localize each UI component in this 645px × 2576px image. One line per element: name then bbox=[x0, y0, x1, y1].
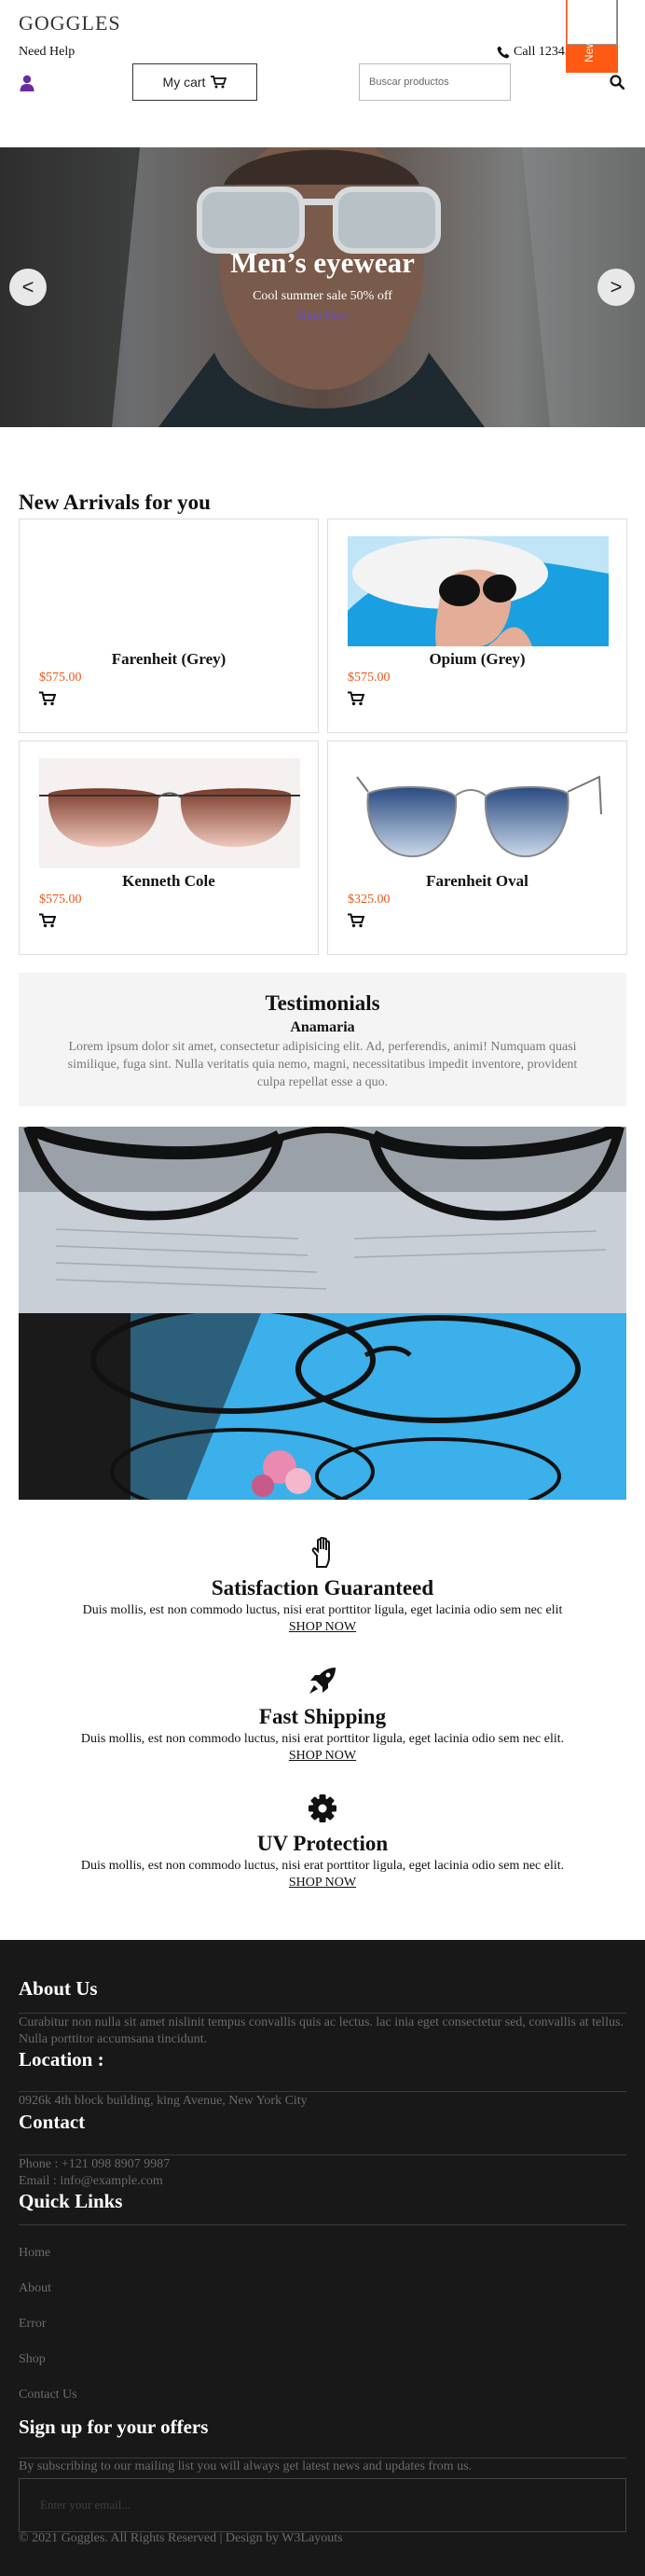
feature-title: Fast Shipping bbox=[258, 1705, 387, 1728]
product-price: $575.00 bbox=[39, 671, 82, 685]
user-icon[interactable] bbox=[20, 75, 34, 91]
footer-divider bbox=[19, 2224, 626, 2225]
new-arrivals-title: New Arrivals for you bbox=[19, 491, 211, 514]
testimonials-section: Testimonials Anamaria Lorem ipsum dolor … bbox=[19, 973, 626, 1106]
add-to-cart-icon[interactable] bbox=[39, 913, 56, 928]
newsletter-email-input[interactable] bbox=[19, 2478, 626, 2532]
add-to-cart-icon[interactable] bbox=[39, 691, 56, 706]
footer-link-contact[interactable]: Contact Us bbox=[19, 2388, 77, 2403]
footer-divider bbox=[19, 2154, 626, 2155]
feature-text: Duis mollis, est non commodo luctus, nis… bbox=[82, 1603, 563, 1617]
search-input[interactable] bbox=[359, 63, 511, 101]
product-image bbox=[39, 758, 300, 868]
footer-divider bbox=[19, 2013, 626, 2014]
product-name[interactable]: Farenheit Oval bbox=[328, 872, 626, 891]
footer-divider bbox=[19, 2091, 626, 2092]
feature-satisfaction: Satisfaction Guaranteed Duis mollis, est… bbox=[0, 1537, 645, 1635]
product-image bbox=[348, 758, 609, 868]
add-to-cart-icon[interactable] bbox=[348, 913, 364, 928]
hero-subtitle: Cool summer sale 50% off bbox=[253, 289, 392, 303]
footer-phone: Phone : +121 098 8907 9987 bbox=[19, 2157, 171, 2171]
product-name[interactable]: Farenheit (Grey) bbox=[20, 650, 318, 669]
feature-title: Satisfaction Guaranteed bbox=[211, 1576, 434, 1600]
hero-image bbox=[0, 147, 645, 427]
footer-contact-title: Contact bbox=[19, 2111, 86, 2133]
product-name[interactable]: Kenneth Cole bbox=[20, 872, 318, 891]
product-card[interactable]: Farenheit (Grey) $575.00 bbox=[19, 519, 319, 733]
gear-icon bbox=[309, 1794, 336, 1822]
footer-link-error[interactable]: Error bbox=[19, 2317, 47, 2332]
product-price: $575.00 bbox=[39, 893, 82, 907]
glasses-on-book-image bbox=[19, 1127, 626, 1313]
footer-link-home[interactable]: Home bbox=[19, 2246, 50, 2261]
footer-signup-title: Sign up for your offers bbox=[19, 2416, 209, 2438]
feature-text: Duis mollis, est non commodo luctus, nis… bbox=[80, 1859, 565, 1873]
feature-uv-protection: UV Protection Duis mollis, est non commo… bbox=[0, 1793, 645, 1890]
product-image bbox=[39, 536, 300, 646]
need-help-link[interactable]: Need Help bbox=[19, 45, 75, 60]
rocket-icon bbox=[309, 1668, 336, 1694]
footer-email: Email : info@example.com bbox=[19, 2174, 163, 2188]
footer-link-about[interactable]: About bbox=[19, 2281, 51, 2296]
phone-icon bbox=[497, 46, 510, 59]
product-price: $325.00 bbox=[348, 893, 391, 907]
add-to-cart-icon[interactable] bbox=[348, 691, 364, 706]
product-card[interactable]: Kenneth Cole $575.00 bbox=[19, 741, 319, 955]
product-image bbox=[348, 536, 609, 646]
feature-shipping: Fast Shipping Duis mollis, est non commo… bbox=[0, 1666, 645, 1764]
testimonial-text: Lorem ipsum dolor sit amet, consectetur … bbox=[67, 1040, 578, 1089]
product-name[interactable]: Opium (Grey) bbox=[328, 650, 626, 669]
testimonials-title: Testimonials bbox=[265, 991, 380, 1015]
my-cart-button[interactable]: My cart bbox=[132, 63, 257, 101]
footer-signup-text: By subscribing to our mailing list you w… bbox=[19, 2459, 473, 2473]
glasses-on-blue-image bbox=[19, 1313, 626, 1500]
shop-now-link[interactable]: SHOP NOW bbox=[289, 1876, 356, 1890]
hero-title: Men’s eyewear bbox=[230, 246, 415, 279]
cart-button-label: My cart bbox=[162, 75, 206, 90]
product-card[interactable]: Farenheit Oval $325.00 bbox=[327, 741, 627, 955]
footer-about-text: Curabitur non nulla sit amet nislinit te… bbox=[19, 2015, 624, 2046]
cart-icon bbox=[211, 76, 227, 89]
testimonial-author: Anamaria bbox=[290, 1019, 355, 1035]
footer: About Us Curabitur non nulla sit amet ni… bbox=[0, 1940, 645, 2576]
footer-quick-links-title: Quick Links bbox=[19, 2190, 123, 2212]
feature-title: UV Protection bbox=[256, 1832, 389, 1855]
footer-about-title: About Us bbox=[19, 1977, 98, 2000]
hand-icon bbox=[311, 1537, 330, 1568]
search-icon[interactable] bbox=[610, 75, 624, 90]
new-badge-label: New bbox=[583, 40, 596, 63]
footer-location-title: Location : bbox=[19, 2048, 104, 2070]
shop-now-link[interactable]: SHOP NOW bbox=[289, 1620, 356, 1635]
hero-shop-now-link[interactable]: Shop Now bbox=[0, 308, 645, 323]
product-price: $575.00 bbox=[348, 671, 391, 685]
hero-next-button[interactable]: > bbox=[597, 269, 635, 306]
product-card[interactable]: Opium (Grey) $575.00 bbox=[327, 519, 627, 733]
footer-link-shop[interactable]: Shop bbox=[19, 2352, 46, 2367]
feature-text: Duis mollis, est non commodo luctus, nis… bbox=[80, 1732, 565, 1746]
hero-banner: Men’s eyewear Cool summer sale 50% off S… bbox=[0, 147, 645, 427]
hero-prev-button[interactable]: < bbox=[9, 269, 47, 306]
footer-location-text: 0926k 4th block building, king Avenue, N… bbox=[19, 2094, 308, 2108]
shop-now-link[interactable]: SHOP NOW bbox=[289, 1749, 356, 1764]
footer-copyright: © 2021 Goggles. All Rights Reserved | De… bbox=[19, 2531, 343, 2545]
brand-logo[interactable]: GOGGLES bbox=[19, 11, 121, 35]
